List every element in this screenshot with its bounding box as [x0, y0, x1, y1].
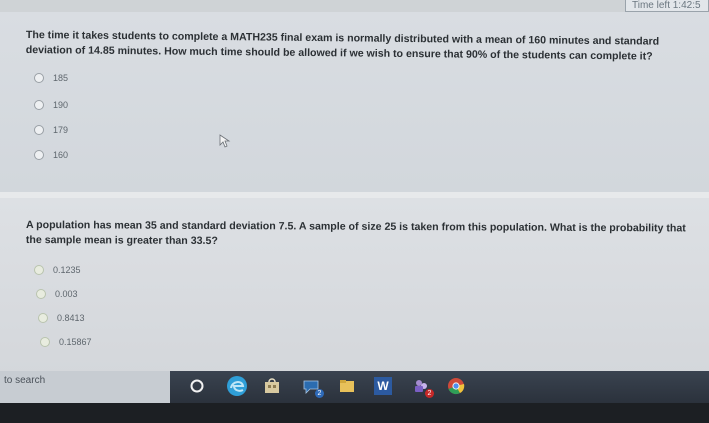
question-2-option-3[interactable]: 0.8413: [38, 313, 85, 323]
question-1-text: The time it takes students to complete a…: [25, 28, 660, 63]
file-explorer-icon[interactable]: [338, 377, 356, 395]
radio-button[interactable]: [36, 289, 46, 299]
option-label: 0.003: [55, 289, 78, 299]
question-1-option-4[interactable]: 160: [34, 150, 68, 160]
question-2-panel: A population has mean 35 and standard de…: [0, 198, 709, 375]
radio-button[interactable]: [34, 73, 44, 83]
option-label: 190: [53, 100, 69, 110]
notification-badge: 2: [425, 389, 434, 398]
screen-bezel: [0, 403, 709, 423]
radio-button[interactable]: [34, 100, 44, 110]
option-label: 0.15867: [59, 337, 92, 347]
question-1-option-3[interactable]: 179: [34, 125, 68, 135]
option-label: 0.8413: [57, 313, 85, 323]
radio-button[interactable]: [40, 337, 50, 347]
radio-button[interactable]: [38, 313, 48, 323]
radio-button[interactable]: [34, 265, 44, 275]
word-icon[interactable]: W: [374, 377, 392, 395]
chat-icon[interactable]: 2: [302, 377, 324, 398]
edge-icon[interactable]: [226, 375, 248, 397]
option-label: 0.1235: [53, 265, 81, 275]
chrome-icon[interactable]: [447, 377, 465, 395]
windows-taskbar: to search 2 W 2: [0, 371, 709, 403]
question-1-panel: The time it takes students to complete a…: [0, 12, 709, 192]
radio-button[interactable]: [34, 150, 44, 160]
option-label: 185: [53, 73, 69, 83]
question-2-option-1[interactable]: 0.1235: [34, 265, 81, 275]
notification-badge: 2: [315, 389, 324, 398]
taskbar-search-box[interactable]: to search: [0, 371, 170, 403]
teams-icon[interactable]: 2: [412, 377, 434, 398]
question-2-text: A population has mean 35 and standard de…: [25, 218, 686, 248]
search-placeholder: to search: [4, 375, 46, 386]
option-label: 179: [53, 125, 69, 135]
radio-button[interactable]: [34, 125, 44, 135]
cortana-icon[interactable]: [188, 377, 206, 395]
mouse-cursor-icon: [219, 134, 231, 148]
option-label: 160: [53, 150, 69, 160]
store-icon[interactable]: [263, 377, 281, 395]
question-1-option-2[interactable]: 190: [34, 100, 68, 110]
question-2-option-4[interactable]: 0.15867: [40, 337, 92, 347]
question-2-option-2[interactable]: 0.003: [36, 289, 78, 299]
time-left-indicator: Time left 1:42:5: [625, 0, 709, 12]
question-1-option-1[interactable]: 185: [34, 73, 68, 83]
